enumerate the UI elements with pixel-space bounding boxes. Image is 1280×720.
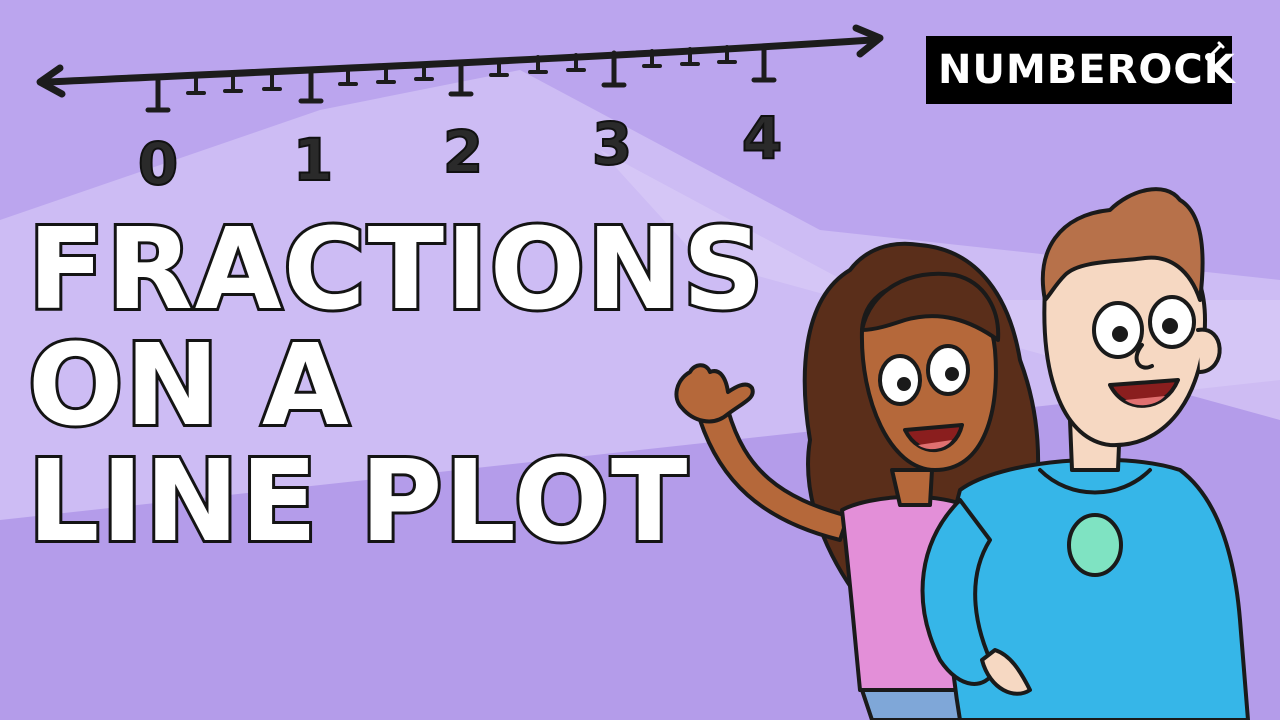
hoodie-badge (1067, 513, 1123, 577)
characters (674, 187, 1250, 720)
